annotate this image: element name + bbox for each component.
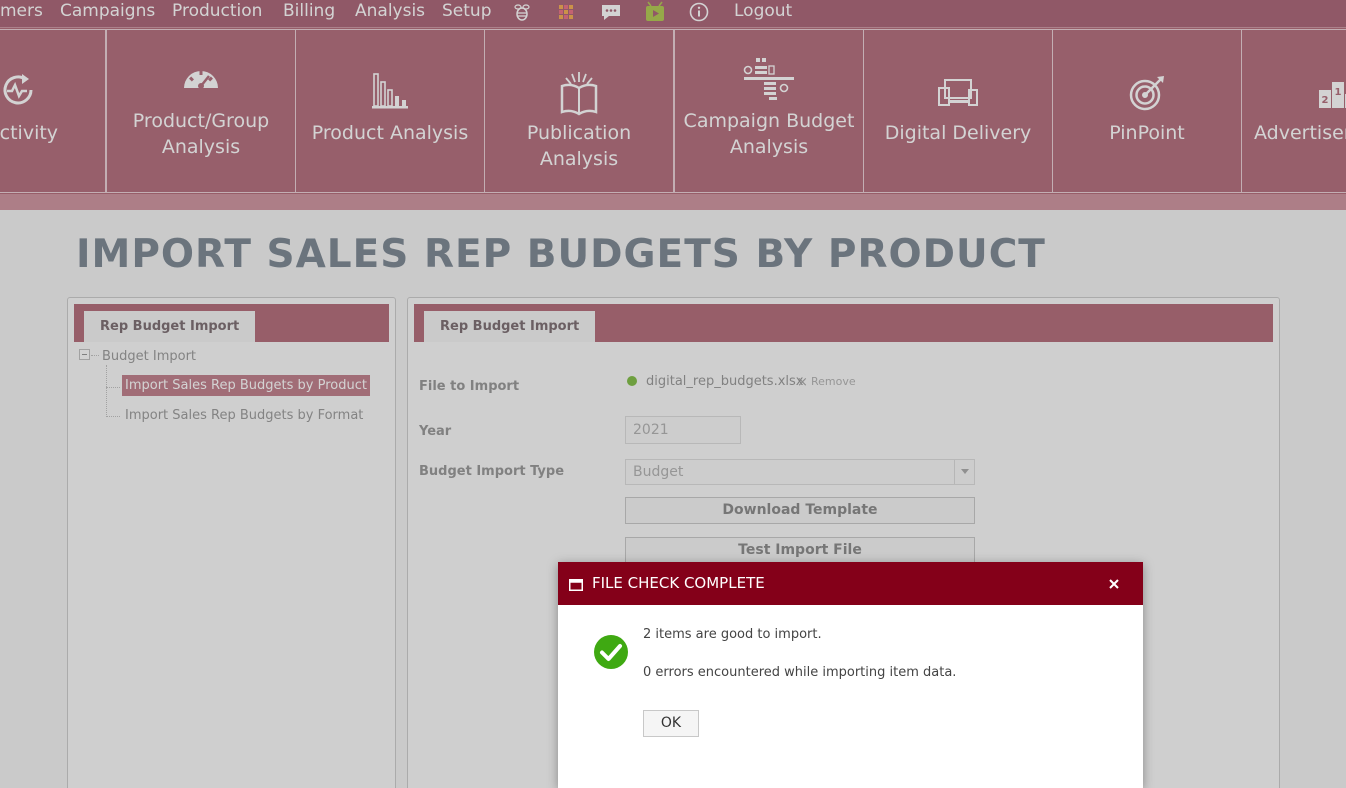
right-panel-tab[interactable]: Rep Budget Import xyxy=(424,311,596,342)
tile-activity[interactable]: Activity xyxy=(0,29,106,193)
menu-campaigns[interactable]: Campaigns xyxy=(60,1,155,21)
tile-publication-analysis[interactable]: Publication Analysis xyxy=(484,29,674,193)
menu-billing[interactable]: Billing xyxy=(283,1,335,21)
download-template-button[interactable]: Download Template xyxy=(625,497,975,524)
tile-product-group-analysis[interactable]: Product/Group Analysis xyxy=(106,29,296,193)
budget-sliders-icon xyxy=(742,56,796,108)
bar-chart-icon xyxy=(370,72,410,116)
file-check-dialog: FILE CHECK COMPLETE 2 items are good to … xyxy=(558,562,1143,788)
speedometer-icon xyxy=(182,64,220,94)
tile-product-analysis-label: Product Analysis xyxy=(311,122,469,144)
tile-digital-delivery-label: Digital Delivery xyxy=(884,122,1032,144)
left-panel: Rep Budget Import Budget Import Import S… xyxy=(67,297,396,788)
module-tiles: Activity Product/Group Analysis xyxy=(0,28,1346,194)
accent-strip xyxy=(0,194,1346,210)
close-icon[interactable] xyxy=(1104,573,1124,593)
file-name: digital_rep_budgets.xlsx xyxy=(646,374,804,389)
menu-setup[interactable]: Setup xyxy=(442,1,491,21)
tile-publication-analysis-label: Publication Analysis xyxy=(526,122,632,170)
top-nav: mers Campaigns Production Billing Analys… xyxy=(0,0,1346,28)
remove-file-link[interactable]: Remove xyxy=(811,375,856,388)
devices-icon xyxy=(937,78,979,112)
svg-text:2: 2 xyxy=(1322,95,1329,106)
tile-advertiser-label: Advertiser xyxy=(1254,122,1346,144)
tile-campaign-budget-analysis[interactable]: Campaign Budget Analysis xyxy=(674,29,864,193)
apps-grid-icon[interactable] xyxy=(557,3,575,21)
chevron-down-icon[interactable] xyxy=(954,460,974,484)
chat-icon[interactable] xyxy=(600,3,622,23)
success-check-icon xyxy=(593,634,629,674)
tree-item-by-format[interactable]: Import Sales Rep Budgets by Format xyxy=(125,408,363,423)
menu-production[interactable]: Production xyxy=(172,1,262,21)
dialog-message-errors: 0 errors encountered while importing ite… xyxy=(643,665,957,680)
menu-analysis[interactable]: Analysis xyxy=(355,1,425,21)
upload-status-dot xyxy=(627,376,637,386)
window-icon xyxy=(569,576,583,595)
remove-x-icon[interactable]: × xyxy=(797,375,808,390)
tile-product-group-analysis-label: Product/Group Analysis xyxy=(132,110,270,158)
dialog-message-success: 2 items are good to import. xyxy=(643,627,822,642)
tree-connector xyxy=(106,416,120,417)
tile-campaign-budget-analysis-label: Campaign Budget Analysis xyxy=(683,110,855,158)
tree-item-by-product[interactable]: Import Sales Rep Budgets by Product xyxy=(122,375,370,396)
tree-connector xyxy=(106,387,120,388)
dialog-titlebar[interactable]: FILE CHECK COMPLETE xyxy=(558,562,1143,605)
tile-activity-label: Activity xyxy=(0,122,59,144)
left-panel-tab[interactable]: Rep Budget Import xyxy=(84,311,256,342)
tile-digital-delivery[interactable]: Digital Delivery xyxy=(863,29,1053,193)
tree-connector xyxy=(91,355,99,356)
budget-import-type-label: Budget Import Type xyxy=(419,464,565,479)
target-icon xyxy=(1128,74,1166,116)
logout-link[interactable]: Logout xyxy=(734,1,792,21)
video-icon[interactable] xyxy=(644,1,666,23)
app-root: mers Campaigns Production Billing Analys… xyxy=(0,0,1346,788)
tile-pinpoint-label: PinPoint xyxy=(1109,122,1185,144)
year-label: Year xyxy=(419,424,452,439)
menu-customers[interactable]: mers xyxy=(0,1,43,21)
activity-refresh-icon xyxy=(0,70,38,114)
tree-root-budget-import[interactable]: Budget Import xyxy=(102,349,196,364)
tile-pinpoint[interactable]: PinPoint xyxy=(1052,29,1242,193)
tile-product-analysis[interactable]: Product Analysis xyxy=(295,29,485,193)
svg-text:1: 1 xyxy=(1335,87,1342,98)
file-to-import-label: File to Import xyxy=(419,379,520,394)
podium-icon: 2 1 xyxy=(1317,78,1346,114)
bee-icon[interactable] xyxy=(512,2,532,22)
budget-import-type-select[interactable]: Budget xyxy=(625,459,975,485)
tile-advertiser[interactable]: 2 1 Advertiser xyxy=(1241,29,1346,193)
year-input[interactable]: 2021 xyxy=(625,416,741,444)
test-import-file-button[interactable]: Test Import File xyxy=(625,537,975,564)
budget-import-type-value: Budget xyxy=(633,464,684,480)
dialog-title: FILE CHECK COMPLETE xyxy=(592,574,765,592)
info-icon[interactable] xyxy=(689,2,709,22)
ok-button[interactable]: OK xyxy=(643,710,699,737)
page-title: IMPORT SALES REP BUDGETS BY PRODUCT xyxy=(76,232,1046,277)
tree-connector xyxy=(106,365,107,417)
open-book-icon xyxy=(559,70,599,120)
tree-collapse-icon[interactable] xyxy=(79,349,90,360)
